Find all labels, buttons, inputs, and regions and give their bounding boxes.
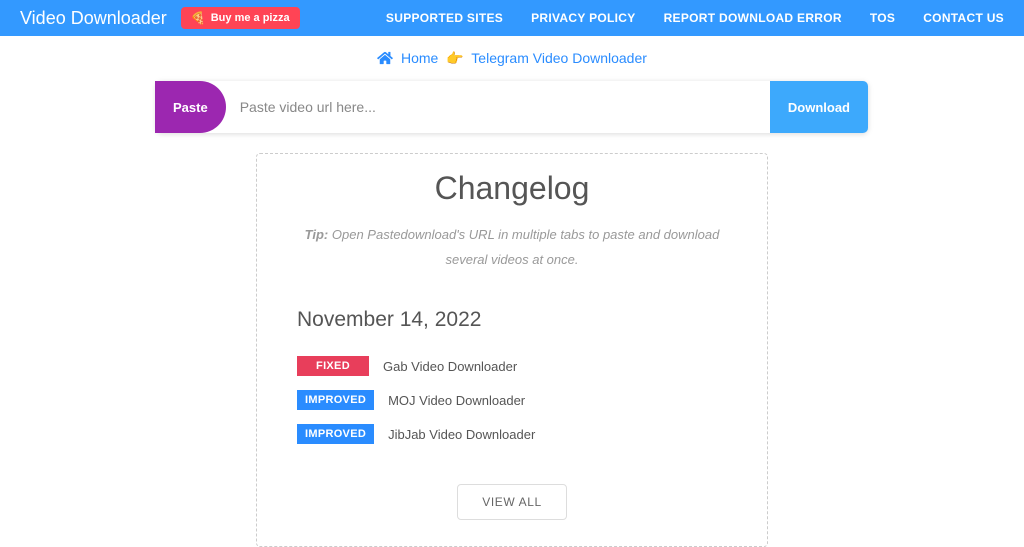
changelog-title: Changelog: [297, 170, 727, 207]
breadcrumb: Home 👉 Telegram Video Downloader: [0, 36, 1024, 81]
url-input-bar: Paste Download: [156, 81, 868, 133]
header: Video Downloader 🍕 Buy me a pizza SUPPOR…: [0, 0, 1024, 36]
status-badge: IMPROVED: [297, 390, 374, 410]
nav-contact[interactable]: CONTACT US: [923, 11, 1004, 25]
top-nav: SUPPORTED SITES PRIVACY POLICY REPORT DO…: [386, 11, 1004, 25]
view-all-button[interactable]: VIEW ALL: [457, 484, 567, 520]
tip-text: Open Pastedownload's URL in multiple tab…: [332, 227, 719, 267]
nav-supported-sites[interactable]: SUPPORTED SITES: [386, 11, 503, 25]
change-text: JibJab Video Downloader: [388, 427, 535, 442]
nav-report-error[interactable]: REPORT DOWNLOAD ERROR: [664, 11, 842, 25]
home-icon: [377, 50, 397, 66]
changelog-date: November 14, 2022: [297, 308, 727, 332]
hand-pointer-icon: 👉: [446, 50, 463, 66]
donate-button[interactable]: 🍕 Buy me a pizza: [181, 7, 300, 29]
change-row: IMPROVED JibJab Video Downloader: [297, 424, 727, 444]
change-row: IMPROVED MOJ Video Downloader: [297, 390, 727, 410]
donate-label: Buy me a pizza: [211, 12, 290, 24]
breadcrumb-current[interactable]: Telegram Video Downloader: [471, 50, 647, 66]
changelog: Changelog Tip: Open Pastedownload's URL …: [256, 153, 768, 547]
status-badge: FIXED: [297, 356, 369, 376]
breadcrumb-home[interactable]: Home: [401, 50, 438, 66]
changelog-tip: Tip: Open Pastedownload's URL in multipl…: [297, 223, 727, 272]
status-badge: IMPROVED: [297, 424, 374, 444]
logo[interactable]: Video Downloader: [20, 8, 167, 29]
change-text: Gab Video Downloader: [383, 359, 517, 374]
download-button[interactable]: Download: [770, 81, 868, 133]
tip-label: Tip:: [305, 227, 329, 242]
url-input[interactable]: [226, 81, 770, 133]
nav-privacy-policy[interactable]: PRIVACY POLICY: [531, 11, 635, 25]
paste-button[interactable]: Paste: [155, 81, 226, 133]
pizza-icon: 🍕: [191, 11, 206, 25]
nav-tos[interactable]: TOS: [870, 11, 895, 25]
change-row: FIXED Gab Video Downloader: [297, 356, 727, 376]
change-text: MOJ Video Downloader: [388, 393, 525, 408]
